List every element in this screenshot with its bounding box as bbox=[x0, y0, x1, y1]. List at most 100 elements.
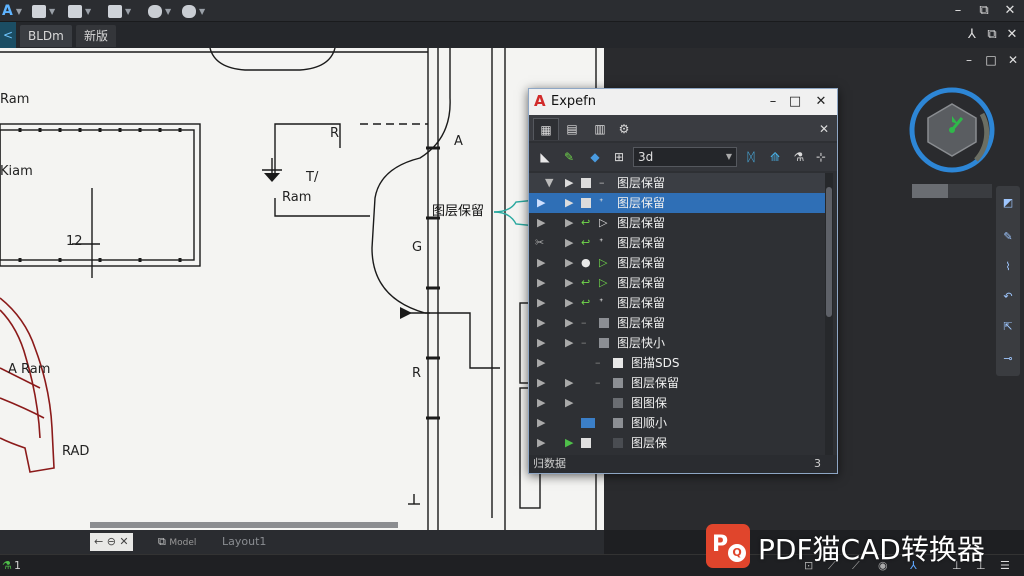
set-current-button[interactable]: ✎ bbox=[559, 147, 579, 167]
viewport-restore-button[interactable]: □ bbox=[982, 52, 1000, 68]
layer-row[interactable]: ▶ ▶ ↩ ▷ 图层保留 bbox=[529, 213, 825, 233]
tab-model[interactable]: ⧉ Model bbox=[158, 533, 196, 551]
orbit-icon[interactable]: ↶ bbox=[999, 286, 1017, 308]
layer-row[interactable]: ▶ ▶ ↩ ▷ 图层保留 bbox=[529, 273, 825, 293]
model-tab-label: Model bbox=[169, 538, 197, 548]
palette-minimize-button[interactable]: – bbox=[763, 93, 783, 111]
layer-name: 图层保留 bbox=[617, 216, 666, 230]
layer-row-selected[interactable]: ▶ ▶ ᐩ 图层保留 bbox=[529, 193, 825, 213]
expand-icon: ▶ bbox=[565, 276, 574, 289]
save-icon bbox=[108, 4, 122, 18]
tab-blocks[interactable]: ▥ bbox=[587, 118, 613, 140]
layer-row[interactable]: ▶ ▶ ● ▷ 图层保留 bbox=[529, 253, 825, 273]
undo-button[interactable]: ▼ bbox=[148, 2, 184, 20]
viewcube-scale-bar[interactable] bbox=[912, 184, 992, 198]
layer-name: 图顺小 bbox=[631, 416, 668, 430]
palette-settings-button[interactable]: ✕ bbox=[811, 118, 837, 140]
share-button[interactable]: ⅄ bbox=[962, 26, 982, 44]
layer-row[interactable]: ▼ ▶ – 图层保留 bbox=[529, 173, 825, 193]
palette-maximize-button[interactable]: □ bbox=[785, 93, 805, 111]
redo-button[interactable]: ▼ bbox=[182, 2, 218, 20]
model-tab-icon: ⧉ bbox=[158, 535, 166, 548]
chevron-down-icon: ▼ bbox=[165, 6, 172, 16]
layers-icon: ▦ bbox=[540, 123, 552, 137]
chevron-down-icon: ▼ bbox=[199, 6, 206, 16]
layer-color-icon bbox=[581, 413, 595, 433]
layer-row[interactable]: ▶ ▶ ↩ ᐩ 图层保留 bbox=[529, 293, 825, 313]
layer-icon bbox=[613, 393, 623, 413]
layer-name: 图层保留 bbox=[617, 276, 666, 290]
drawing-canvas[interactable]: Ram Kiam 12 R T/ Ram A G R A Ram RAD bbox=[0, 48, 604, 530]
layer-row[interactable]: ▶ ▶ – 图层快小 bbox=[529, 333, 825, 353]
expand-icon: ▶ bbox=[537, 316, 546, 329]
layer-row[interactable]: ▶ – 图描SDS bbox=[529, 353, 825, 373]
visibility-icon: ↩ bbox=[581, 296, 591, 309]
layer-name: 图层保留 bbox=[617, 296, 666, 310]
drawing-label: A bbox=[454, 134, 463, 149]
layer-icon bbox=[613, 373, 623, 393]
layer-state-button[interactable]: ◆ bbox=[585, 147, 605, 167]
tile-button[interactable]: ⧉ bbox=[982, 26, 1002, 44]
visibility-icon: ↩ bbox=[581, 276, 591, 289]
layer-name: 图层保留 bbox=[617, 196, 666, 210]
merge-button[interactable]: ⚗ bbox=[789, 147, 809, 167]
expand-icon: ▶ bbox=[537, 216, 546, 229]
layer-name: 图层保留 bbox=[617, 176, 666, 190]
viewport-minimize-button[interactable]: – bbox=[960, 52, 978, 68]
chevron-down-icon: ▼ bbox=[725, 152, 732, 161]
layer-row[interactable]: ▶ 图顺小 bbox=[529, 413, 825, 433]
new-file-button[interactable]: ▼ bbox=[32, 2, 68, 20]
layer-row[interactable]: ✂ ▶ ↩ ᐩ 图层保留 bbox=[529, 233, 825, 253]
dash-icon: – bbox=[595, 376, 601, 389]
close-document-button[interactable]: ✕ bbox=[1002, 26, 1022, 44]
tab-tools[interactable]: ⚙ bbox=[611, 118, 637, 140]
dash-icon: – bbox=[581, 316, 587, 329]
restore-button[interactable]: ⧉ bbox=[974, 2, 994, 20]
layer-icon bbox=[599, 313, 609, 333]
isolate-button[interactable]: ᛞ bbox=[741, 147, 761, 167]
expand-icon: ▶ bbox=[565, 336, 574, 349]
zoom-icon[interactable]: ⌇ bbox=[999, 256, 1017, 278]
chevron-down-icon: ▼ bbox=[85, 6, 92, 16]
start-tab[interactable]: < bbox=[0, 22, 16, 48]
layer-list-scrollbar[interactable] bbox=[825, 173, 833, 455]
dash-icon: – bbox=[581, 336, 587, 349]
layer-row[interactable]: ▶ ▶ 图图保 bbox=[529, 393, 825, 413]
app-menu-button[interactable]: A ▼ bbox=[2, 2, 24, 20]
layer-row[interactable]: ▶ ▶ – 图层保留 bbox=[529, 313, 825, 333]
grid-button[interactable]: ⊞ bbox=[609, 147, 629, 167]
new-layer-button[interactable]: ◣ bbox=[535, 147, 555, 167]
palette-title-bar[interactable]: A Expefn – □ ✕ bbox=[529, 89, 837, 115]
viewcube[interactable] bbox=[906, 84, 998, 176]
close-button[interactable]: ✕ bbox=[1000, 2, 1020, 20]
scrollbar-thumb[interactable] bbox=[826, 187, 832, 317]
viewport-close-button[interactable]: ✕ bbox=[1004, 52, 1022, 68]
save-button[interactable]: ▼ bbox=[108, 2, 144, 20]
minimize-button[interactable]: – bbox=[948, 2, 968, 20]
full-navigation-wheel-icon[interactable]: ◩ bbox=[999, 192, 1017, 214]
open-button[interactable]: ▼ bbox=[68, 2, 104, 20]
layer-row[interactable]: ▶ ▶ 图层保 bbox=[529, 433, 825, 453]
palette-title: Expefn bbox=[551, 94, 596, 109]
palette-close-button[interactable]: ✕ bbox=[811, 93, 831, 111]
horizontal-scrollbar[interactable] bbox=[90, 522, 398, 528]
tab-properties[interactable]: ▤ bbox=[559, 118, 585, 140]
collapse-icon: ▼ bbox=[545, 176, 554, 189]
layer-name: 图层保留 bbox=[617, 236, 666, 250]
refresh-button[interactable]: ⟰ bbox=[765, 147, 785, 167]
tab-layout1[interactable]: Layout1 bbox=[222, 533, 266, 551]
tab-document-1[interactable]: BLDm bbox=[20, 25, 72, 47]
drawing-label: R bbox=[330, 126, 340, 141]
layer-name: 图层保留 bbox=[631, 376, 680, 390]
line-icon: ᐩ bbox=[599, 196, 604, 209]
pan-icon[interactable]: ✎ bbox=[999, 226, 1017, 248]
settings-button[interactable]: ⊹ bbox=[811, 147, 831, 167]
navbar-settings-icon[interactable]: ⊸ bbox=[999, 348, 1017, 370]
showmotion-icon[interactable]: ⇱ bbox=[999, 316, 1017, 338]
chevron-down-icon: ▼ bbox=[125, 6, 132, 16]
tab-document-2[interactable]: 新版 bbox=[76, 25, 117, 47]
layer-row[interactable]: ▶ ▶ – 图层保留 bbox=[529, 373, 825, 393]
layout-nav-buttons[interactable]: ← ⊖ ✕ bbox=[90, 533, 133, 551]
layer-filter-dropdown[interactable]: 3d ▼ bbox=[633, 147, 737, 167]
tab-layers[interactable]: ▦ bbox=[533, 118, 559, 140]
